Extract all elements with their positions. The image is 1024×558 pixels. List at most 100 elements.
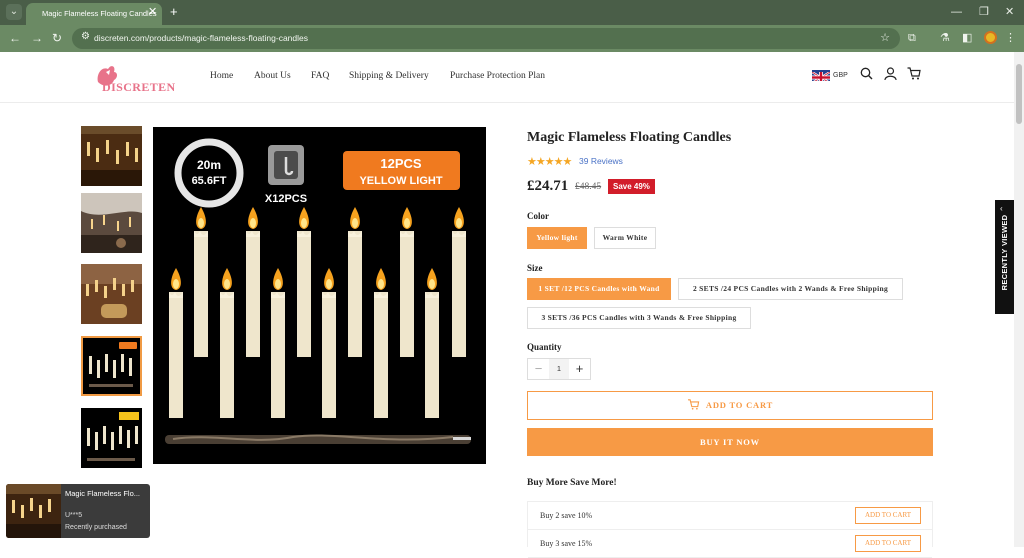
banner-length-line1: 20m bbox=[197, 158, 221, 172]
browser-menu-icon[interactable]: ⋮ bbox=[1005, 31, 1016, 46]
recently-viewed-label: RECENTLY VIEWED bbox=[1000, 214, 1009, 291]
candle-flame-core bbox=[326, 279, 332, 289]
bundle-label: Buy 2 save 10% bbox=[540, 511, 593, 520]
search-icon[interactable] bbox=[860, 67, 873, 80]
browser-tabbar: ⌄ Magic Flameless Floating Candles ✕ + —… bbox=[0, 0, 1024, 25]
bundle-title: Buy More Save More! bbox=[527, 478, 617, 488]
uk-flag-icon[interactable] bbox=[812, 70, 830, 81]
cart-icon bbox=[687, 399, 700, 410]
candle-body bbox=[322, 292, 336, 418]
address-bar-row: ← → ↻ ⚙ discreten.com/products/magic-fla… bbox=[0, 25, 1024, 52]
color-option-warm-white[interactable]: Warm White bbox=[594, 227, 656, 249]
candle-body bbox=[425, 292, 439, 418]
candle-flame-core bbox=[250, 218, 256, 228]
size-label: Size bbox=[527, 263, 543, 273]
thumbnail-5[interactable] bbox=[81, 408, 142, 468]
tab-close-icon[interactable]: ✕ bbox=[148, 4, 157, 20]
nav-purchase-protection[interactable]: Purchase Protection Plan bbox=[450, 71, 545, 81]
profile-avatar[interactable] bbox=[984, 31, 997, 44]
quantity-input[interactable]: 1 bbox=[549, 359, 569, 379]
reviews-link[interactable]: 39 Reviews bbox=[579, 156, 623, 166]
lab-icon[interactable]: ⚗ bbox=[940, 31, 950, 46]
old-price: £48.45 bbox=[575, 182, 602, 192]
color-option-yellow-light[interactable]: Yellow light bbox=[527, 227, 587, 249]
quantity-plus-button[interactable]: + bbox=[569, 359, 590, 379]
bookmark-star-icon[interactable]: ☆ bbox=[880, 28, 890, 49]
candle-flame-core bbox=[275, 279, 281, 289]
candle-flame-core bbox=[352, 218, 358, 228]
candle-flame-core bbox=[456, 218, 462, 228]
site-info-icon[interactable]: ⚙ bbox=[81, 31, 90, 42]
popup-title: Magic Flameless Flo... bbox=[65, 489, 141, 498]
back-icon[interactable]: ← bbox=[9, 30, 21, 47]
bundle-row: Buy 3 save 15% ADD TO CART bbox=[528, 530, 932, 558]
candle-body bbox=[271, 292, 285, 418]
thumbnail-2[interactable] bbox=[81, 193, 142, 253]
cart-icon[interactable] bbox=[907, 67, 921, 80]
thumbnail-1[interactable] bbox=[81, 126, 142, 186]
candle-body bbox=[220, 292, 234, 418]
candle-body bbox=[169, 292, 183, 418]
nav-faq[interactable]: FAQ bbox=[311, 71, 329, 81]
candle-body bbox=[374, 292, 388, 418]
logo-text: DISCRETEN bbox=[102, 80, 176, 94]
close-window-icon[interactable]: ✕ bbox=[1005, 4, 1014, 20]
candle-flame-core bbox=[378, 279, 384, 289]
reload-icon[interactable]: ↻ bbox=[52, 30, 62, 47]
thumbnail-4-active[interactable] bbox=[81, 336, 142, 396]
url-text[interactable]: discreten.com/products/magic-flameless-f… bbox=[94, 28, 308, 49]
size-option-3-sets[interactable]: 3 SETS /36 PCS Candles with 3 Wands & Fr… bbox=[527, 307, 751, 329]
minimize-icon[interactable]: — bbox=[951, 4, 962, 20]
banner-length-line2: 65.6FT bbox=[192, 175, 227, 187]
tab-search-icon[interactable]: ⌄ bbox=[6, 4, 22, 20]
recent-purchase-popup[interactable]: Magic Flameless Flo... U***5 Recently pu… bbox=[6, 484, 150, 538]
thumbnail-3[interactable] bbox=[81, 264, 142, 324]
current-price: £24.71 bbox=[527, 178, 569, 194]
candle-flame-core bbox=[404, 218, 410, 228]
candle-flame-core bbox=[301, 218, 307, 228]
extensions-icon[interactable]: ⧉ bbox=[908, 31, 916, 46]
site-header: DISCRETEN Home About Us FAQ Shipping & D… bbox=[0, 52, 1014, 103]
new-tab-icon[interactable]: + bbox=[170, 4, 178, 20]
candle-flame-core bbox=[429, 279, 435, 289]
bundle-add-to-cart-button[interactable]: ADD TO CART bbox=[855, 535, 921, 552]
forward-icon[interactable]: → bbox=[31, 30, 43, 47]
scrollbar-thumb[interactable] bbox=[1016, 64, 1022, 124]
tab-title: Magic Flameless Floating Candles bbox=[42, 9, 157, 18]
page-scrollbar[interactable] bbox=[1014, 52, 1024, 547]
candle-body bbox=[194, 231, 208, 357]
popup-status: Recently purchased bbox=[65, 524, 127, 531]
side-panel-icon[interactable]: ◧ bbox=[962, 31, 972, 46]
url-bar[interactable]: ⚙ discreten.com/products/magic-flameless… bbox=[72, 28, 900, 49]
banner-count: 12PCS bbox=[380, 156, 422, 171]
nav-about-us[interactable]: About Us bbox=[254, 71, 291, 81]
nav-shipping[interactable]: Shipping & Delivery bbox=[349, 71, 429, 81]
banner-hooks: X12PCS bbox=[265, 193, 307, 205]
currency-selector[interactable]: GBP bbox=[833, 72, 848, 79]
candle-flame-core bbox=[198, 218, 204, 228]
nav-home[interactable]: Home bbox=[210, 71, 233, 81]
account-icon[interactable] bbox=[884, 67, 897, 80]
quantity-minus-button[interactable]: − bbox=[528, 359, 549, 379]
buy-it-now-button[interactable]: BUY IT NOW bbox=[527, 428, 933, 456]
rating-stars-icon[interactable]: ★★★★★ bbox=[527, 155, 572, 168]
main-product-image[interactable]: 20m 65.6FT X12PCS 12PCS YELLOW LIGHT bbox=[153, 127, 486, 464]
product-title: Magic Flameless Floating Candles bbox=[527, 130, 732, 145]
popup-user: U***5 bbox=[65, 512, 83, 519]
bundle-add-to-cart-button[interactable]: ADD TO CART bbox=[855, 507, 921, 524]
candle-flame-core bbox=[173, 279, 179, 289]
color-label: Color bbox=[527, 211, 549, 221]
candle-body bbox=[348, 231, 362, 357]
candle-body bbox=[452, 231, 466, 357]
browser-tab[interactable]: Magic Flameless Floating Candles bbox=[26, 3, 162, 25]
candle-flame-core bbox=[224, 279, 230, 289]
save-badge: Save 49% bbox=[608, 179, 655, 194]
recently-viewed-tab[interactable]: ‹ RECENTLY VIEWED bbox=[995, 200, 1014, 314]
quantity-stepper: − 1 + bbox=[527, 358, 591, 380]
add-to-cart-button[interactable]: ADD TO CART bbox=[527, 391, 933, 420]
popup-product-image bbox=[6, 484, 61, 538]
size-option-2-sets[interactable]: 2 SETS /24 PCS Candles with 2 Wands & Fr… bbox=[678, 278, 903, 300]
size-option-1-set[interactable]: 1 SET /12 PCS Candles with Wand bbox=[527, 278, 671, 300]
candle-body bbox=[297, 231, 311, 357]
restore-icon[interactable]: ❐ bbox=[979, 4, 989, 20]
